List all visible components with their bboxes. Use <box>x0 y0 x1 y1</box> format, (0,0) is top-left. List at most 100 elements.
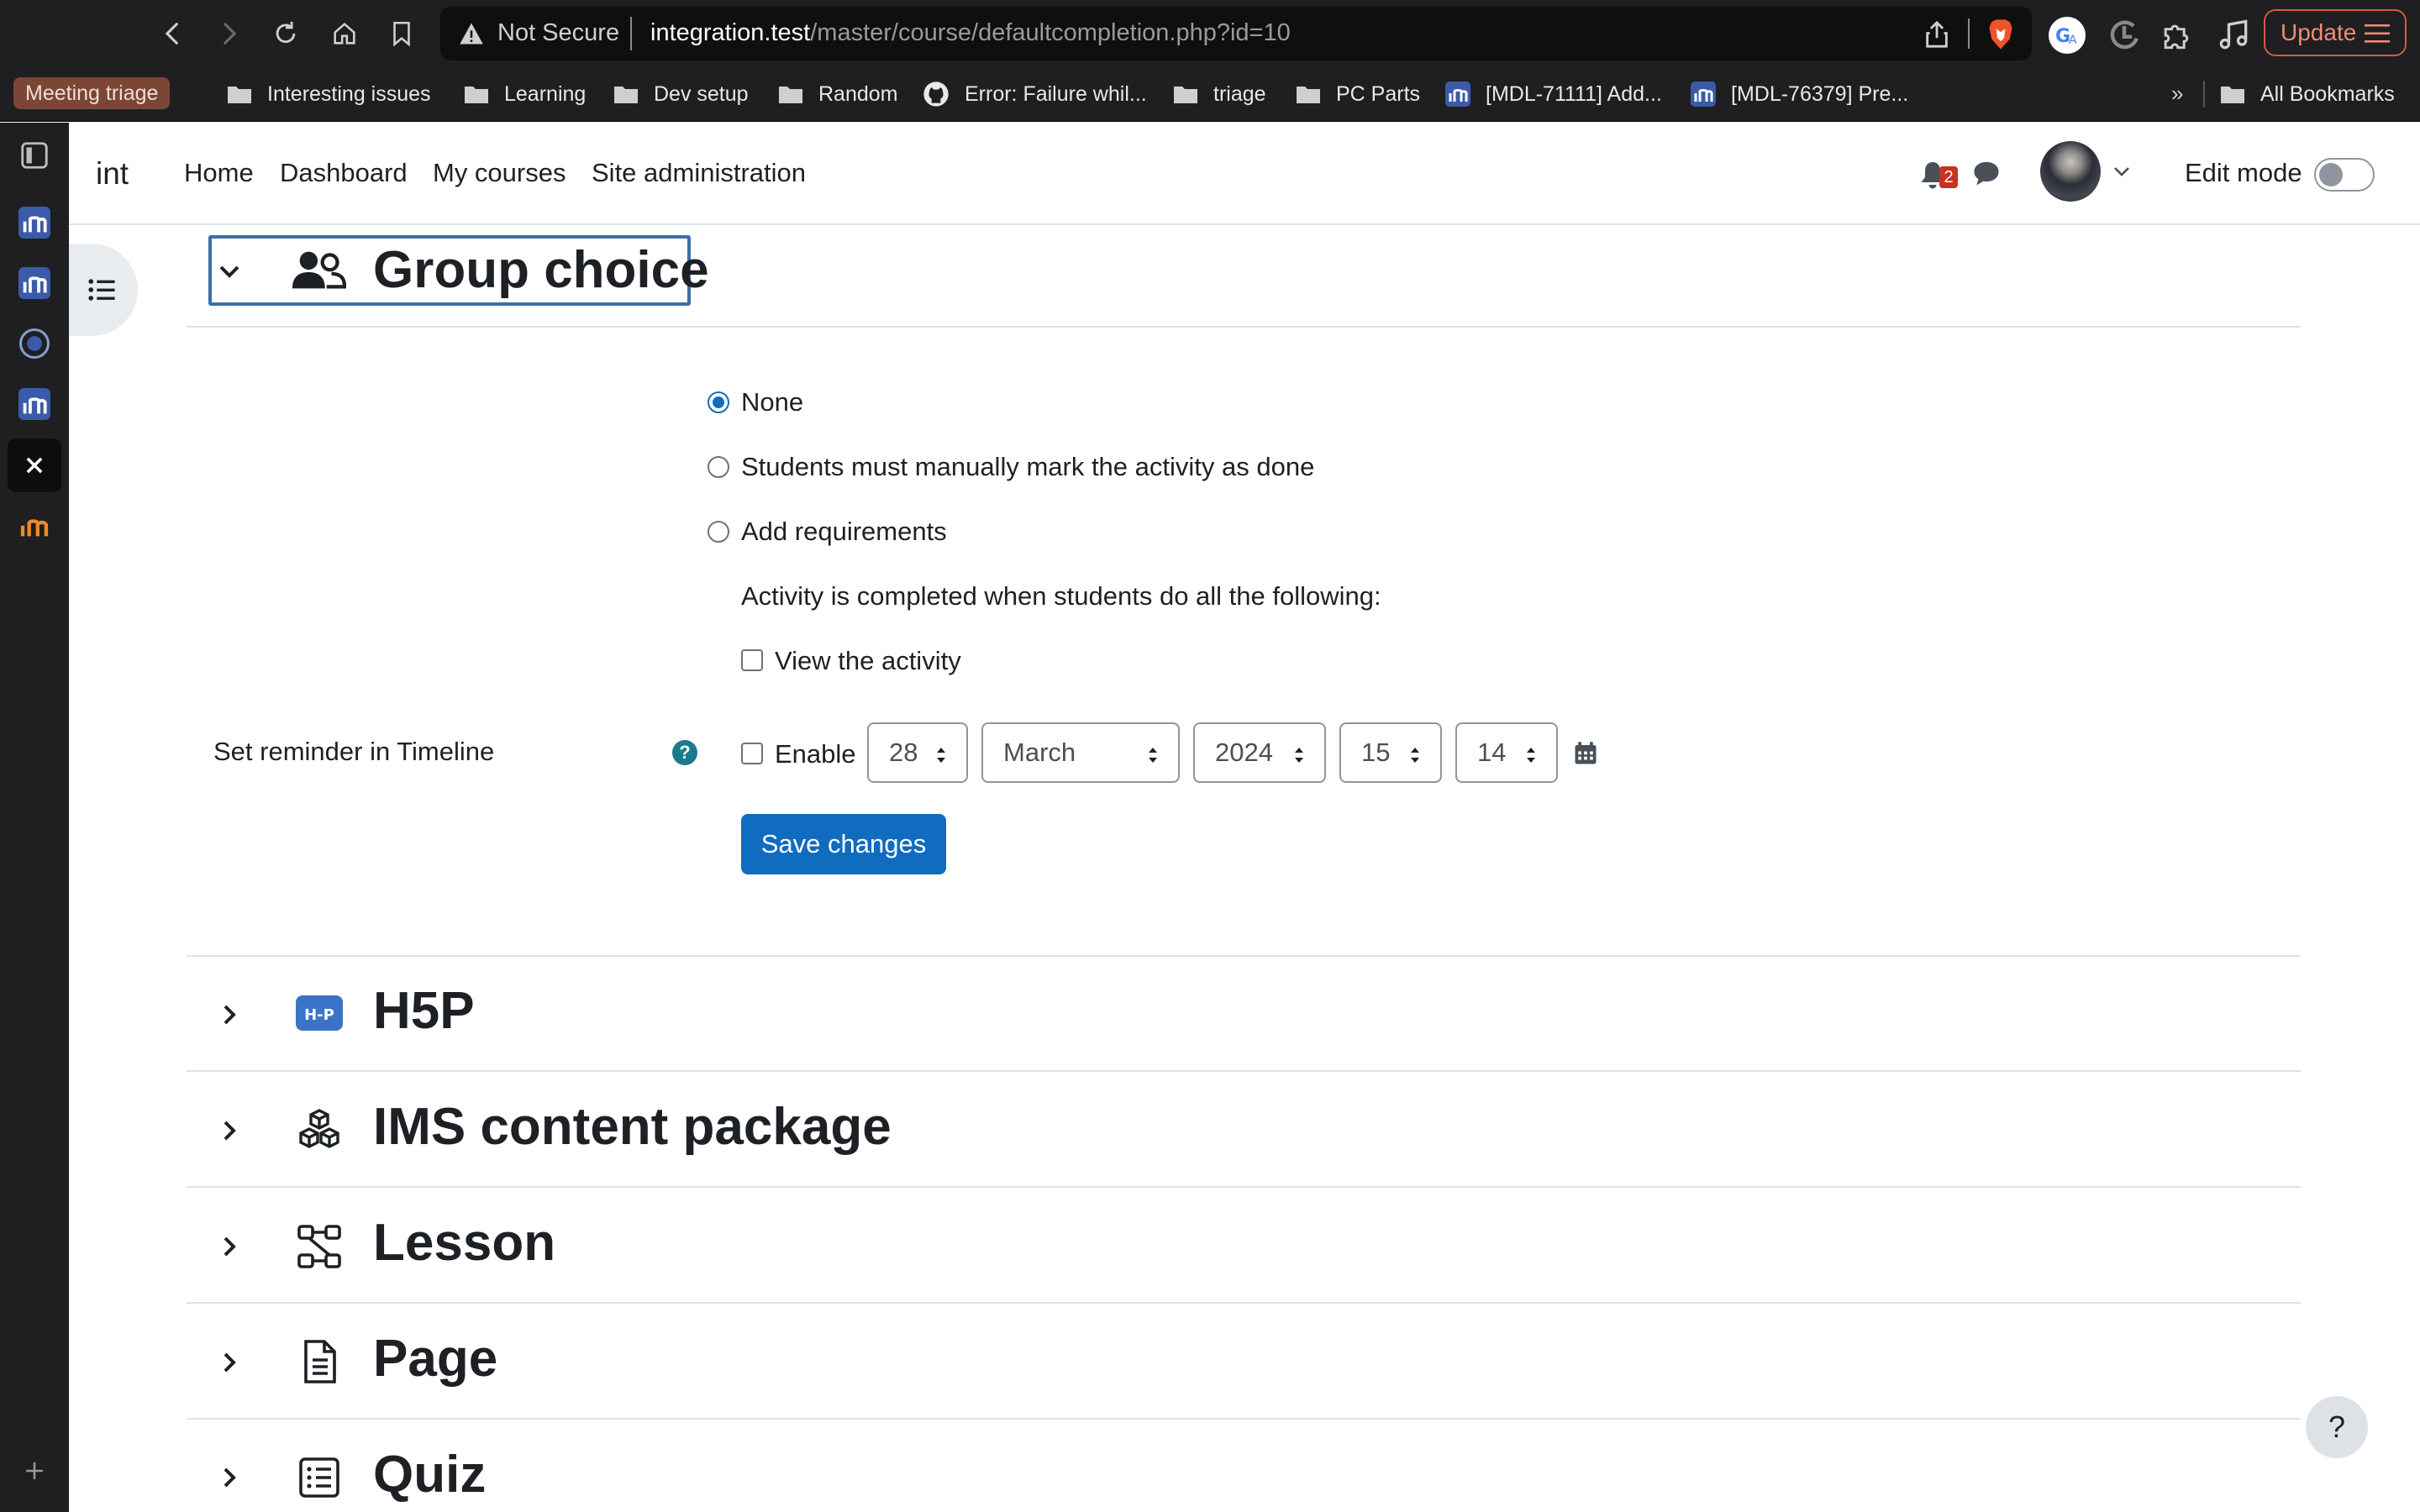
sidebar-moodle-round-icon[interactable] <box>15 324 54 363</box>
edit-mode-label: Edit mode <box>2185 158 2302 187</box>
security-label[interactable]: Not Secure <box>497 19 619 47</box>
day-select[interactable]: 28 <box>867 722 968 783</box>
section-divider <box>187 1186 2301 1188</box>
chevron-right-icon[interactable] <box>217 1465 242 1490</box>
reminder-label: Set reminder in Timeline <box>213 737 495 766</box>
view-activity-label[interactable]: View the activity <box>775 646 961 676</box>
section-title-quiz[interactable]: Quiz <box>373 1445 486 1504</box>
sidebar-toggle-icon[interactable] <box>15 136 54 175</box>
option-requirements-label[interactable]: Add requirements <box>741 517 947 547</box>
folder-icon <box>1297 87 1320 103</box>
bookmark-label: Learning <box>504 81 587 106</box>
hour-select[interactable]: 15 <box>1339 722 1442 783</box>
bookmark-triage[interactable]: triage <box>1173 77 1266 111</box>
puzzle-extensions-icon[interactable] <box>2158 17 2195 54</box>
brave-shield-icon[interactable] <box>1986 18 2015 50</box>
folder-icon <box>228 87 251 103</box>
chevron-right-icon[interactable] <box>217 1350 242 1375</box>
section-title-lesson[interactable]: Lesson <box>373 1213 555 1273</box>
sidebar-moodle-icon[interactable] <box>15 203 54 242</box>
url-path: /master/course/defaultcompletion.php?id=… <box>810 19 1291 46</box>
music-icon[interactable] <box>2215 17 2252 54</box>
section-divider <box>187 955 2301 957</box>
view-activity-checkbox[interactable] <box>741 649 763 671</box>
sidebar-moodle-orange-icon[interactable] <box>15 507 54 546</box>
bookmark-icon[interactable] <box>385 17 418 50</box>
sidebar-moodle-icon[interactable] <box>15 264 54 302</box>
address-bar[interactable]: Not Secure integration.test/master/cours… <box>440 7 2032 60</box>
section-title-page[interactable]: Page <box>373 1329 497 1389</box>
chevron-right-icon[interactable] <box>217 1118 242 1143</box>
h5p-icon: H-P <box>296 995 343 1031</box>
sidebar-add-icon[interactable] <box>15 1452 54 1490</box>
minute-select[interactable]: 14 <box>1455 722 1558 783</box>
course-index-drawer-button[interactable] <box>69 244 138 336</box>
url-host: integration.test <box>650 19 811 46</box>
option-manual-label[interactable]: Students must manually mark the activity… <box>741 452 1314 482</box>
sidebar-x-icon[interactable] <box>8 438 61 492</box>
url-text[interactable]: integration.test/master/course/defaultco… <box>650 19 1291 47</box>
chevron-right-icon[interactable] <box>217 1002 242 1027</box>
completion-manual-radio[interactable] <box>708 456 729 478</box>
group-choice-title[interactable]: Group choice <box>373 240 709 300</box>
section-divider <box>187 1302 2301 1304</box>
bookmark-pc-parts[interactable]: PC Parts <box>1296 77 1420 111</box>
translate-extension-icon[interactable]: GA <box>2047 15 2087 55</box>
calendar-icon[interactable] <box>1573 741 1598 766</box>
share-icon[interactable] <box>1924 20 1949 49</box>
list-icon <box>88 279 115 301</box>
nav-my-courses[interactable]: My courses <box>433 158 566 188</box>
site-brand[interactable]: int <box>96 156 129 192</box>
user-avatar[interactable] <box>2040 141 2101 202</box>
back-icon[interactable] <box>156 17 190 50</box>
bookmarks-overflow-button[interactable]: » <box>2171 81 2183 107</box>
year-value: 2024 <box>1215 738 1273 767</box>
chevron-down-icon[interactable] <box>2112 165 2131 178</box>
help-button[interactable]: ? <box>2306 1396 2368 1458</box>
help-icon[interactable]: ? <box>672 740 697 765</box>
section-title-ims-content-package[interactable]: IMS content package <box>373 1097 892 1157</box>
option-none-label[interactable]: None <box>741 387 803 417</box>
nav-home[interactable]: Home <box>184 158 254 188</box>
bookmark-mdl-71111[interactable]: [MDL-71111] Add... <box>1445 77 1662 111</box>
home-icon[interactable] <box>328 17 361 50</box>
reload-icon[interactable] <box>269 17 302 50</box>
messages-icon[interactable] <box>1971 160 2002 186</box>
bookmark-meeting-triage[interactable]: Meeting triage <box>13 77 171 109</box>
bookmark-random[interactable]: Random <box>778 77 898 111</box>
bookmark-label: Interesting issues <box>267 81 431 106</box>
h5p-icon-text: H-P <box>304 1006 334 1024</box>
bookmark-mdl-76379[interactable]: [MDL-76379] Pre... <box>1691 77 1908 111</box>
save-changes-button[interactable]: Save changes <box>741 814 946 874</box>
sidebar-moodle-icon[interactable] <box>15 385 54 423</box>
chevron-down-icon[interactable] <box>217 259 242 284</box>
edit-mode-toggle[interactable] <box>2314 158 2375 192</box>
year-select[interactable]: 2024 <box>1193 722 1326 783</box>
bookmark-label: [MDL-76379] Pre... <box>1731 81 1909 106</box>
folder-icon <box>465 87 488 103</box>
bookmark-interesting-issues[interactable]: Interesting issues <box>227 77 431 111</box>
chevron-right-icon[interactable] <box>217 1234 242 1259</box>
bookmark-label: Dev setup <box>654 81 749 106</box>
nav-dashboard[interactable]: Dashboard <box>280 158 408 188</box>
bookmark-all-bookmarks[interactable]: All Bookmarks <box>2220 77 2395 111</box>
bookmark-dev-setup[interactable]: Dev setup <box>613 77 749 111</box>
completion-requirements-radio[interactable] <box>708 521 729 543</box>
bookmark-error-failure[interactable]: Error: Failure whil... <box>923 77 1147 111</box>
enable-label[interactable]: Enable <box>775 739 856 769</box>
folder-icon <box>779 87 802 103</box>
update-button[interactable]: Update <box>2264 9 2407 56</box>
day-value: 28 <box>889 738 918 767</box>
month-select[interactable]: March <box>981 722 1180 783</box>
warning-icon[interactable] <box>459 22 484 45</box>
circle-extension-icon[interactable] <box>2106 17 2143 54</box>
browser-toolbar: Not Secure integration.test/master/cours… <box>0 0 2420 67</box>
toggle-knob <box>2319 163 2343 186</box>
forward-icon[interactable] <box>212 17 245 50</box>
nav-site-administration[interactable]: Site administration <box>592 158 806 188</box>
bookmark-learning[interactable]: Learning <box>464 77 586 111</box>
moodle-icon <box>1445 81 1470 107</box>
section-title-h5p[interactable]: H5P <box>373 981 475 1041</box>
enable-reminder-checkbox[interactable] <box>741 743 763 764</box>
completion-none-radio[interactable] <box>708 391 729 413</box>
